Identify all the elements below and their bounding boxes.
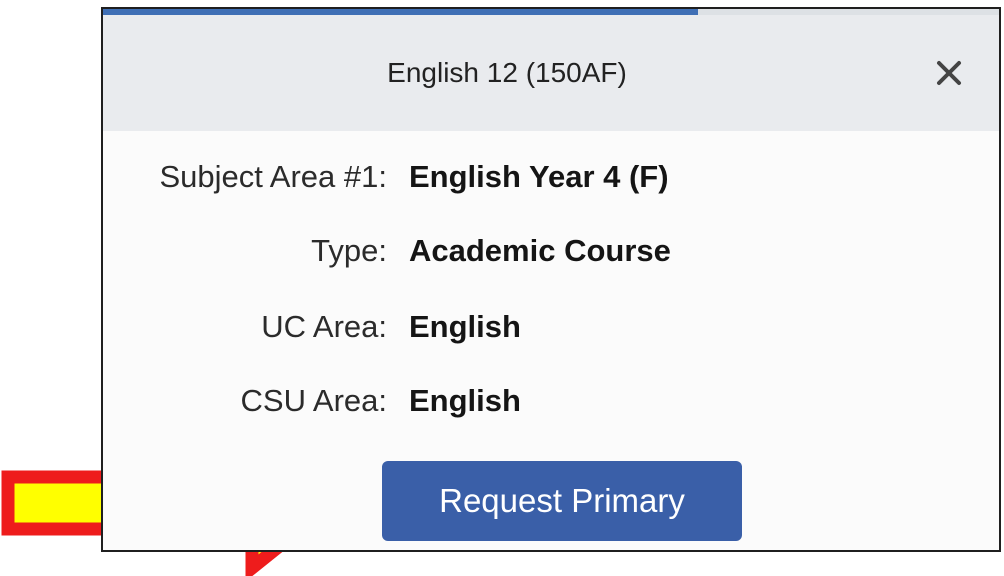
detail-value: Academic Course: [409, 233, 671, 268]
detail-value: English: [409, 309, 521, 344]
request-primary-button[interactable]: Request Primary: [382, 461, 742, 541]
detail-label: UC Area:: [261, 309, 387, 344]
modal-title: English 12 (150AF): [387, 57, 627, 88]
modal-header: English 12 (150AF): [103, 15, 999, 131]
close-button[interactable]: [929, 53, 969, 93]
detail-row-uc-area: UC Area: English: [103, 305, 999, 349]
detail-label: Type:: [311, 233, 387, 268]
detail-row-subject-area: Subject Area #1: English Year 4 (F): [103, 155, 999, 199]
close-icon: [937, 61, 961, 85]
detail-label: Subject Area #1:: [159, 159, 388, 194]
course-details-modal: English 12 (150AF) Subject Area #1: Engl…: [101, 7, 1001, 552]
detail-value: English: [409, 383, 521, 418]
detail-label: CSU Area:: [240, 383, 387, 418]
detail-row-type: Type: Academic Course: [103, 229, 999, 273]
detail-value: English Year 4 (F): [409, 159, 669, 194]
screenshot-stage: English 12 (150AF) Subject Area #1: Engl…: [0, 0, 1004, 576]
detail-row-csu-area: CSU Area: English: [103, 379, 999, 423]
